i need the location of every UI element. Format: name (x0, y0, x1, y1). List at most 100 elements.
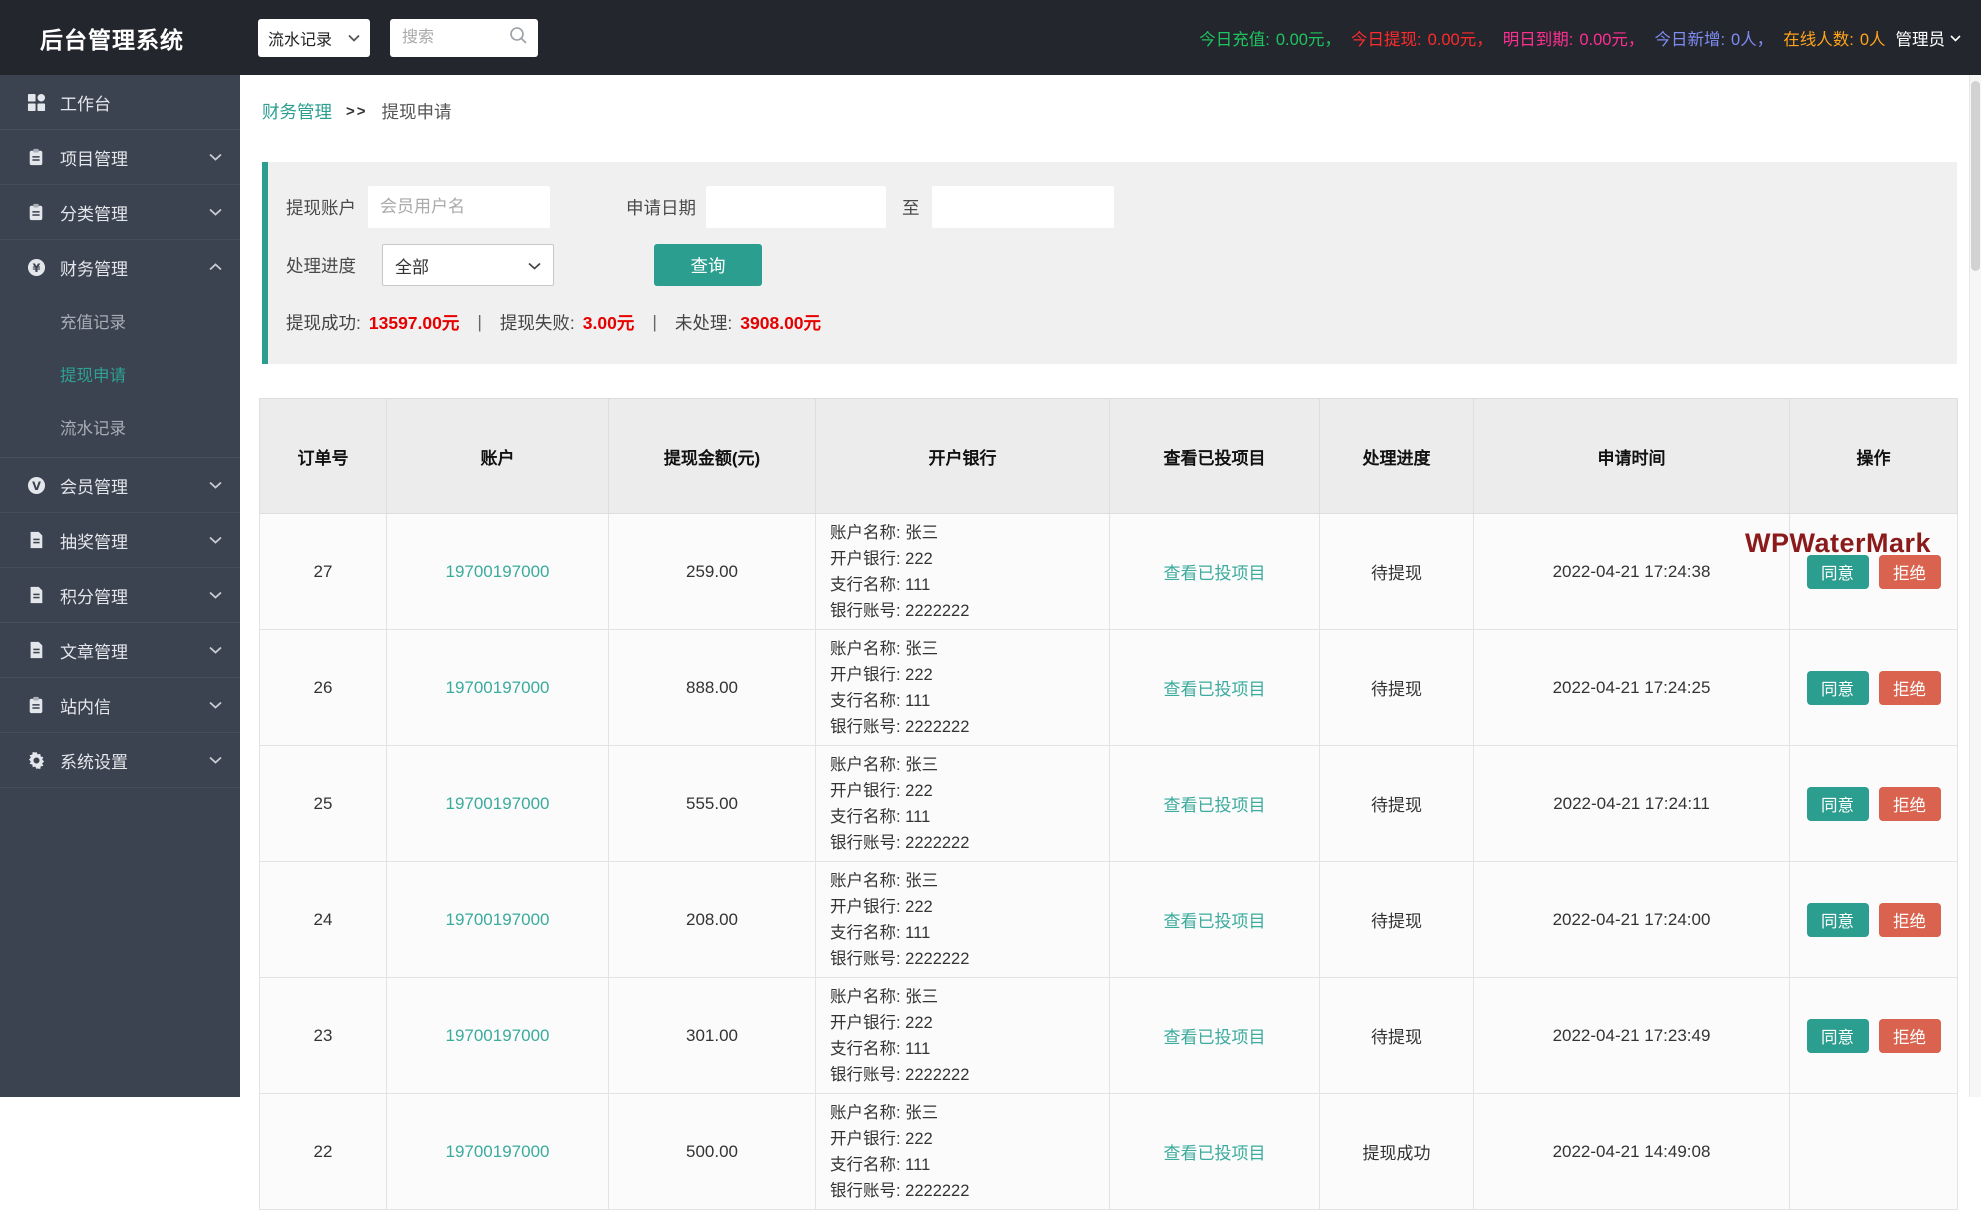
chevron-down-icon (1950, 28, 1961, 47)
amount-cell: 301.00 (609, 978, 816, 1094)
date-to-input[interactable] (932, 186, 1114, 228)
status-cell: 待提现 (1320, 862, 1474, 978)
breadcrumb-parent[interactable]: 财务管理 (262, 99, 332, 124)
progress-select[interactable]: 全部 (382, 244, 554, 286)
account-link[interactable]: 19700197000 (445, 794, 549, 813)
document-icon (26, 530, 46, 550)
summary-separator: | (652, 312, 657, 333)
sidebar-item-label: 积分管理 (60, 583, 128, 608)
column-header: 提现金额(元) (609, 399, 816, 514)
apply-date-label: 申请日期 (626, 195, 696, 220)
table-header-row: 订单号账户提现金额(元)开户银行查看已投项目处理进度申请时间操作 (260, 399, 1958, 514)
bank-line: 支行名称: 111 (830, 688, 1109, 714)
sidebar-item-1[interactable]: 项目管理 (0, 130, 240, 184)
withdraw-account-input[interactable] (368, 186, 550, 228)
sidebar-item-label: 文章管理 (60, 638, 128, 663)
actions-cell: 同意拒绝 (1790, 746, 1958, 862)
amount-cell: 500.00 (609, 1094, 816, 1210)
sidebar-item-label: 站内信 (60, 693, 111, 718)
order-cell: 27 (260, 514, 387, 630)
reject-button[interactable]: 拒绝 (1879, 787, 1941, 821)
view-invested-link[interactable]: 查看已投项目 (1164, 1144, 1266, 1163)
bank-line: 开户银行: 222 (830, 1126, 1109, 1152)
top-stat: 在线人数:0人 (1783, 26, 1885, 50)
breadcrumb-current: 提现申请 (382, 99, 452, 124)
account-link[interactable]: 19700197000 (445, 678, 549, 697)
approve-button[interactable]: 同意 (1807, 903, 1869, 937)
top-stat: 明日到期:0.00元， (1503, 26, 1645, 50)
sidebar-item-4[interactable]: V会员管理 (0, 458, 240, 512)
top-stat-value: 0.00元， (1276, 31, 1341, 49)
chevron-down-icon (348, 29, 360, 47)
sidebar-item-8[interactable]: 站内信 (0, 678, 240, 732)
watermark: WPWaterMark (1745, 528, 1931, 559)
sidebar-item-7[interactable]: 文章管理 (0, 623, 240, 677)
account-cell: 19700197000 (387, 746, 609, 862)
scrollbar-thumb[interactable] (1971, 81, 1980, 271)
sidebar-item-6[interactable]: 积分管理 (0, 568, 240, 622)
clipboard-icon (26, 147, 46, 167)
date-from-input[interactable] (706, 186, 886, 228)
search-icon[interactable] (509, 26, 528, 50)
sidebar-subitem-1[interactable]: 提现申请 (0, 347, 240, 400)
view-invested-link[interactable]: 查看已投项目 (1164, 796, 1266, 815)
account-link[interactable]: 19700197000 (445, 1026, 549, 1045)
sidebar-item-label: 财务管理 (60, 255, 128, 280)
query-button[interactable]: 查询 (654, 244, 762, 286)
bank-line: 银行账号: 2222222 (830, 714, 1109, 740)
sidebar-item-0[interactable]: 工作台 (0, 75, 240, 129)
top-stat-value: 0人 (1860, 31, 1886, 49)
view-invested-link[interactable]: 查看已投项目 (1164, 680, 1266, 699)
sidebar-item-5[interactable]: 抽奖管理 (0, 513, 240, 567)
summary-separator: | (477, 312, 482, 333)
amount-cell: 259.00 (609, 514, 816, 630)
time-cell: 2022-04-21 17:24:38 (1474, 514, 1790, 630)
sidebar-item-9[interactable]: 系统设置 (0, 733, 240, 787)
bank-line: 支行名称: 111 (830, 1036, 1109, 1062)
bank-line: 开户银行: 222 (830, 778, 1109, 804)
top-stat: 今日充值: 0.00元， (1199, 26, 1341, 50)
sidebar-subitem-2[interactable]: 流水记录 (0, 400, 240, 453)
account-link[interactable]: 19700197000 (445, 910, 549, 929)
module-select[interactable]: 流水记录 (258, 19, 370, 57)
filter-row-progress: 处理进度 全部 查询 (286, 244, 762, 286)
sidebar-item-3[interactable]: ¥ 财务管理 (0, 240, 240, 294)
reject-button[interactable]: 拒绝 (1879, 903, 1941, 937)
view-invested-link[interactable]: 查看已投项目 (1164, 912, 1266, 931)
yen-circle-icon: ¥ (26, 257, 46, 277)
approve-button[interactable]: 同意 (1807, 555, 1869, 589)
bank-line: 账户名称: 张三 (830, 520, 1109, 546)
actions-cell: 同意拒绝 (1790, 630, 1958, 746)
time-cell: 2022-04-21 17:24:11 (1474, 746, 1790, 862)
top-stat-value: 0.00元， (1579, 31, 1644, 49)
chevron-down-icon (209, 756, 222, 764)
top-stat-value: 0.00元， (1428, 31, 1493, 49)
view-invested-link[interactable]: 查看已投项目 (1164, 1028, 1266, 1047)
sidebar-subitem-0[interactable]: 充值记录 (0, 294, 240, 347)
account-link[interactable]: 19700197000 (445, 562, 549, 581)
admin-menu[interactable]: 管理员 (1896, 26, 1962, 50)
reject-button[interactable]: 拒绝 (1879, 555, 1941, 589)
summary-row: 提现成功:13597.00元|提现失败:3.00元|未处理:3908.00元 (286, 310, 821, 335)
reject-button[interactable]: 拒绝 (1879, 1019, 1941, 1053)
document-icon (26, 585, 46, 605)
reject-button[interactable]: 拒绝 (1879, 671, 1941, 705)
bank-line: 账户名称: 张三 (830, 752, 1109, 778)
top-stat-label: 今日充值: (1199, 31, 1270, 49)
approve-button[interactable]: 同意 (1807, 787, 1869, 821)
account-cell: 19700197000 (387, 630, 609, 746)
bank-cell: 账户名称: 张三开户银行: 222支行名称: 111银行账号: 2222222 (816, 514, 1110, 630)
approve-button[interactable]: 同意 (1807, 671, 1869, 705)
search-input[interactable] (400, 28, 509, 48)
approve-button[interactable]: 同意 (1807, 1019, 1869, 1053)
member-circle-icon: V (26, 475, 46, 495)
actions-cell (1790, 1094, 1958, 1210)
order-cell: 25 (260, 746, 387, 862)
chevron-up-icon (209, 263, 222, 271)
sidebar-item-2[interactable]: 分类管理 (0, 185, 240, 239)
view-invested-link[interactable]: 查看已投项目 (1164, 564, 1266, 583)
bank-line: 账户名称: 张三 (830, 1100, 1109, 1126)
chevron-down-icon (209, 701, 222, 709)
account-link[interactable]: 19700197000 (445, 1142, 549, 1161)
account-cell: 19700197000 (387, 978, 609, 1094)
